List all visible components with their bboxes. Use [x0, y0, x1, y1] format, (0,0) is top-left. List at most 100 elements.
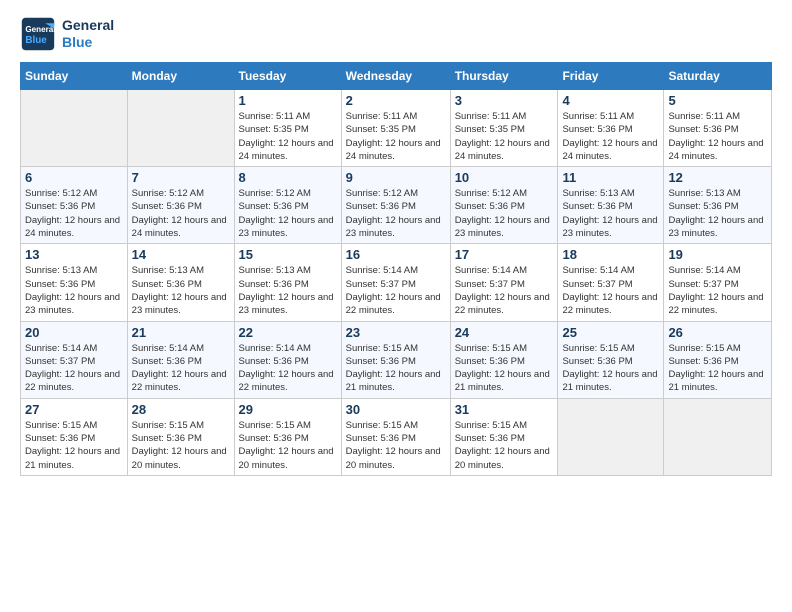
day-number: 4: [562, 93, 659, 108]
calendar-cell: 23 Sunrise: 5:15 AMSunset: 5:36 PMDayligh…: [341, 321, 450, 398]
logo-icon: General Blue: [20, 16, 56, 52]
calendar-week-row: 1 Sunrise: 5:11 AMSunset: 5:35 PMDaylight…: [21, 90, 772, 167]
day-number: 29: [239, 402, 337, 417]
calendar-cell: [127, 90, 234, 167]
calendar-week-row: 27 Sunrise: 5:15 AMSunset: 5:36 PMDayligh…: [21, 398, 772, 475]
day-number: 1: [239, 93, 337, 108]
day-info: Sunrise: 5:11 AMSunset: 5:36 PMDaylight:…: [668, 110, 767, 163]
day-number: 22: [239, 325, 337, 340]
day-number: 24: [455, 325, 554, 340]
calendar-cell: 26Sunrise: 5:15 AMSunset: 5:36 PMDayligh…: [664, 321, 772, 398]
day-info: Sunrise: 5:15 AMSunset: 5:36 PMDaylight:…: [239, 419, 337, 472]
day-info: Sunrise: 5:12 AMSunset: 5:36 PMDaylight:…: [346, 187, 446, 240]
day-number: 31: [455, 402, 554, 417]
calendar-cell: 19Sunrise: 5:14 AMSunset: 5:37 PMDayligh…: [664, 244, 772, 321]
day-info: Sunrise: 5:14 AMSunset: 5:36 PMDaylight:…: [132, 342, 230, 395]
calendar-cell: 13 Sunrise: 5:13 AMSunset: 5:36 PMDayligh…: [21, 244, 128, 321]
calendar-page: General Blue General Blue SundayMondayTu…: [0, 0, 792, 492]
day-info: Sunrise: 5:15 AMSunset: 5:36 PMDaylight:…: [346, 419, 446, 472]
day-number: 8: [239, 170, 337, 185]
day-number: 11: [562, 170, 659, 185]
calendar-week-row: 13 Sunrise: 5:13 AMSunset: 5:36 PMDayligh…: [21, 244, 772, 321]
day-number: 18: [562, 247, 659, 262]
weekday-header-friday: Friday: [558, 63, 664, 90]
weekday-header-saturday: Saturday: [664, 63, 772, 90]
day-info: Sunrise: 5:13 AMSunset: 5:36 PMDaylight:…: [132, 264, 230, 317]
calendar-cell: 2 Sunrise: 5:11 AMSunset: 5:35 PMDaylight…: [341, 90, 450, 167]
day-info: Sunrise: 5:15 AMSunset: 5:36 PMDaylight:…: [346, 342, 446, 395]
day-info: Sunrise: 5:15 AMSunset: 5:36 PMDaylight:…: [455, 419, 554, 472]
day-number: 3: [455, 93, 554, 108]
calendar-cell: 5 Sunrise: 5:11 AMSunset: 5:36 PMDaylight…: [664, 90, 772, 167]
day-number: 6: [25, 170, 123, 185]
day-number: 13: [25, 247, 123, 262]
day-info: Sunrise: 5:13 AMSunset: 5:36 PMDaylight:…: [562, 187, 659, 240]
day-number: 21: [132, 325, 230, 340]
day-number: 14: [132, 247, 230, 262]
day-info: Sunrise: 5:15 AMSunset: 5:36 PMDaylight:…: [25, 419, 123, 472]
calendar-cell: 21 Sunrise: 5:14 AMSunset: 5:36 PMDayligh…: [127, 321, 234, 398]
weekday-header-row: SundayMondayTuesdayWednesdayThursdayFrid…: [21, 63, 772, 90]
calendar-cell: 1Sunrise: 5:11 AMSunset: 5:35 PMDaylight…: [234, 90, 341, 167]
day-info: Sunrise: 5:12 AMSunset: 5:36 PMDaylight:…: [455, 187, 554, 240]
weekday-header-wednesday: Wednesday: [341, 63, 450, 90]
day-info: Sunrise: 5:11 AMSunset: 5:35 PMDaylight:…: [346, 110, 446, 163]
calendar-cell: 14 Sunrise: 5:13 AMSunset: 5:36 PMDayligh…: [127, 244, 234, 321]
calendar-week-row: 6 Sunrise: 5:12 AMSunset: 5:36 PMDaylight…: [21, 167, 772, 244]
day-info: Sunrise: 5:11 AMSunset: 5:35 PMDaylight:…: [455, 110, 554, 163]
day-info: Sunrise: 5:15 AMSunset: 5:36 PMDaylight:…: [132, 419, 230, 472]
logo-text: General Blue: [62, 17, 114, 51]
day-info: Sunrise: 5:12 AMSunset: 5:36 PMDaylight:…: [25, 187, 123, 240]
calendar-cell: 17Sunrise: 5:14 AMSunset: 5:37 PMDayligh…: [450, 244, 558, 321]
day-info: Sunrise: 5:11 AMSunset: 5:36 PMDaylight:…: [562, 110, 659, 163]
calendar-cell: 29 Sunrise: 5:15 AMSunset: 5:36 PMDayligh…: [234, 398, 341, 475]
weekday-header-sunday: Sunday: [21, 63, 128, 90]
day-number: 7: [132, 170, 230, 185]
calendar-week-row: 20Sunrise: 5:14 AMSunset: 5:37 PMDayligh…: [21, 321, 772, 398]
day-info: Sunrise: 5:12 AMSunset: 5:36 PMDaylight:…: [239, 187, 337, 240]
calendar-cell: 28Sunrise: 5:15 AMSunset: 5:36 PMDayligh…: [127, 398, 234, 475]
day-info: Sunrise: 5:14 AMSunset: 5:37 PMDaylight:…: [455, 264, 554, 317]
calendar-cell: 24Sunrise: 5:15 AMSunset: 5:36 PMDayligh…: [450, 321, 558, 398]
day-info: Sunrise: 5:13 AMSunset: 5:36 PMDaylight:…: [239, 264, 337, 317]
calendar-cell: 27 Sunrise: 5:15 AMSunset: 5:36 PMDayligh…: [21, 398, 128, 475]
day-info: Sunrise: 5:12 AMSunset: 5:36 PMDaylight:…: [132, 187, 230, 240]
calendar-cell: 22Sunrise: 5:14 AMSunset: 5:36 PMDayligh…: [234, 321, 341, 398]
calendar-cell: 11 Sunrise: 5:13 AMSunset: 5:36 PMDayligh…: [558, 167, 664, 244]
calendar-cell: 6 Sunrise: 5:12 AMSunset: 5:36 PMDaylight…: [21, 167, 128, 244]
day-number: 15: [239, 247, 337, 262]
day-info: Sunrise: 5:13 AMSunset: 5:36 PMDaylight:…: [668, 187, 767, 240]
day-info: Sunrise: 5:14 AMSunset: 5:37 PMDaylight:…: [25, 342, 123, 395]
calendar-cell: 25Sunrise: 5:15 AMSunset: 5:36 PMDayligh…: [558, 321, 664, 398]
weekday-header-tuesday: Tuesday: [234, 63, 341, 90]
calendar-cell: 18Sunrise: 5:14 AMSunset: 5:37 PMDayligh…: [558, 244, 664, 321]
day-number: 5: [668, 93, 767, 108]
day-number: 30: [346, 402, 446, 417]
day-info: Sunrise: 5:14 AMSunset: 5:37 PMDaylight:…: [346, 264, 446, 317]
day-number: 26: [668, 325, 767, 340]
calendar-cell: 3 Sunrise: 5:11 AMSunset: 5:35 PMDaylight…: [450, 90, 558, 167]
calendar-cell: [21, 90, 128, 167]
calendar-cell: 31 Sunrise: 5:15 AMSunset: 5:36 PMDayligh…: [450, 398, 558, 475]
calendar-cell: 15 Sunrise: 5:13 AMSunset: 5:36 PMDayligh…: [234, 244, 341, 321]
header: General Blue General Blue: [20, 16, 772, 52]
calendar-cell: 10Sunrise: 5:12 AMSunset: 5:36 PMDayligh…: [450, 167, 558, 244]
calendar-cell: [558, 398, 664, 475]
day-info: Sunrise: 5:15 AMSunset: 5:36 PMDaylight:…: [562, 342, 659, 395]
logo: General Blue General Blue: [20, 16, 114, 52]
day-number: 27: [25, 402, 123, 417]
calendar-cell: 9 Sunrise: 5:12 AMSunset: 5:36 PMDaylight…: [341, 167, 450, 244]
calendar-table: SundayMondayTuesdayWednesdayThursdayFrid…: [20, 62, 772, 476]
calendar-cell: 8 Sunrise: 5:12 AMSunset: 5:36 PMDaylight…: [234, 167, 341, 244]
day-info: Sunrise: 5:13 AMSunset: 5:36 PMDaylight:…: [25, 264, 123, 317]
day-number: 23: [346, 325, 446, 340]
day-number: 16: [346, 247, 446, 262]
calendar-cell: 30 Sunrise: 5:15 AMSunset: 5:36 PMDayligh…: [341, 398, 450, 475]
day-number: 2: [346, 93, 446, 108]
weekday-header-thursday: Thursday: [450, 63, 558, 90]
calendar-cell: 16 Sunrise: 5:14 AMSunset: 5:37 PMDayligh…: [341, 244, 450, 321]
calendar-cell: 4 Sunrise: 5:11 AMSunset: 5:36 PMDaylight…: [558, 90, 664, 167]
calendar-cell: 12Sunrise: 5:13 AMSunset: 5:36 PMDayligh…: [664, 167, 772, 244]
day-number: 9: [346, 170, 446, 185]
day-number: 19: [668, 247, 767, 262]
